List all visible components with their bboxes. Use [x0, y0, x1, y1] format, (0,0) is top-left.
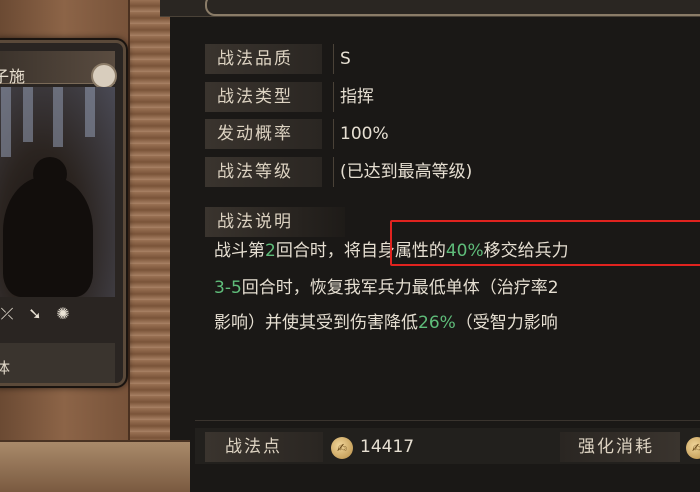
attr-label: 战法品质	[205, 44, 322, 74]
desc-label: 战法说明	[205, 207, 345, 237]
scroll-roller	[128, 0, 170, 490]
tactic-points-label: 战法点	[205, 432, 323, 462]
attr-label: 发动概率	[205, 119, 322, 149]
divider	[195, 420, 700, 421]
card-footer-text: 体	[0, 357, 10, 378]
desc-text: 回合时，	[275, 241, 344, 261]
card-name: 子施	[0, 67, 26, 86]
hero-card[interactable]: 子施 ⤫ ➘ ✺ 体	[0, 40, 126, 386]
desc-number: 2	[265, 241, 276, 261]
desc-text: 回合时，恢复我军兵力最低单体（治疗率2	[241, 278, 559, 298]
tactic-points-value: 14417	[360, 437, 415, 457]
arrow-icon: ➘	[28, 304, 42, 323]
desc-text: 影响）并使其受到伤害降低	[214, 313, 418, 333]
enhance-cost-label: 强化消耗	[560, 432, 680, 462]
desc-percent: 26%	[418, 313, 456, 333]
attr-row-probability: 发动概率 100%	[205, 119, 700, 149]
attr-row-type: 战法类型 指挥	[205, 82, 700, 112]
top-band	[160, 0, 700, 17]
attr-value: S	[333, 44, 351, 74]
desc-text: （受智力影响	[455, 313, 558, 333]
annotation-box	[390, 220, 700, 266]
seal-icon	[91, 63, 117, 89]
attr-label: 战法类型	[205, 82, 322, 112]
attr-row-quality: 战法品质 S	[205, 44, 700, 74]
attr-label: 战法等级	[205, 157, 322, 187]
desc-range: 3-5	[214, 278, 242, 298]
hero-portrait	[0, 87, 115, 297]
attr-row-level: 战法等级 (已达到最高等级)	[205, 157, 700, 187]
coin-icon: ✍	[331, 437, 353, 459]
attr-value: (已达到最高等级)	[333, 157, 472, 187]
wheel-icon: ✺	[56, 304, 70, 323]
attr-value: 100%	[333, 119, 389, 149]
attr-value: 指挥	[333, 82, 374, 112]
desc-text: 战斗第	[214, 241, 265, 261]
scroll-bottom-edge	[0, 440, 190, 492]
card-footer: 体	[0, 343, 115, 383]
card-skill-icons: ⤫ ➘ ✺	[0, 299, 119, 329]
bow-icon: ⤫	[0, 304, 14, 323]
desc-line-3: 影响）并使其受到伤害降低26%（受智力影响	[214, 308, 558, 333]
desc-line-2: 3-5回合时，恢复我军兵力最低单体（治疗率2	[214, 273, 559, 298]
card-name-bar: 子施	[0, 51, 117, 89]
